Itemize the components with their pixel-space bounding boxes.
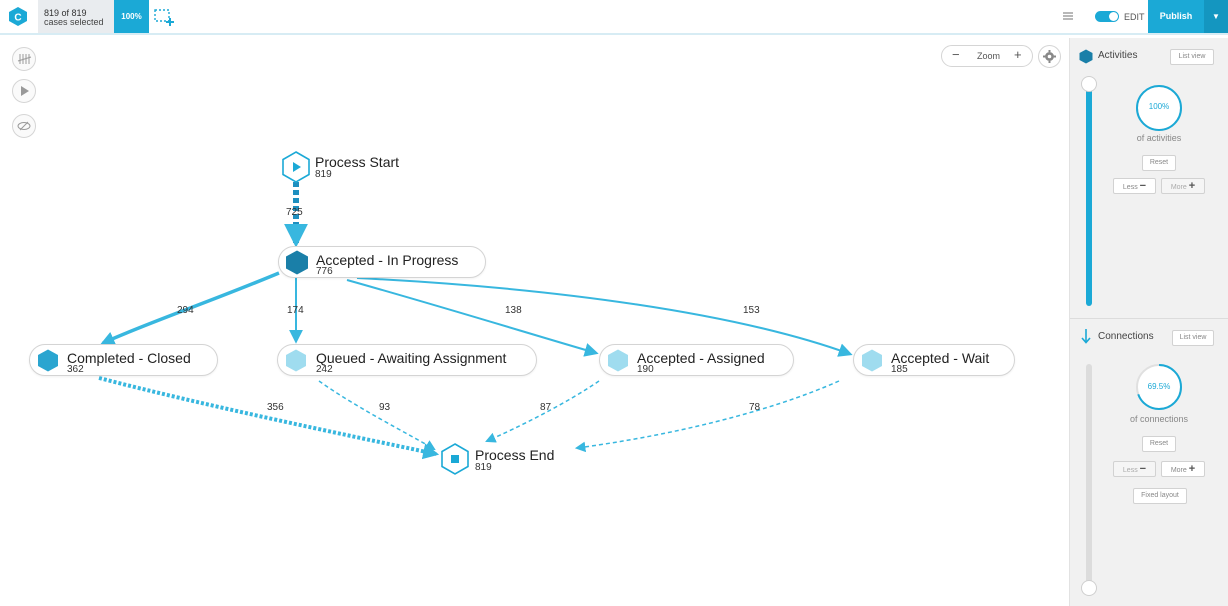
edge-label: 153 <box>743 305 760 316</box>
process-start-label: Process Start <box>315 154 400 170</box>
less-label: Less <box>1122 467 1138 474</box>
node-label: Accepted - Assigned <box>637 350 765 366</box>
edge-label: 93 <box>379 402 391 413</box>
activity-hexagon-icon <box>862 349 882 372</box>
plus-icon: + <box>1188 180 1196 192</box>
cases-selected-label: cases selected <box>44 17 104 27</box>
node-accepted-in-progress[interactable]: Accepted - In Progress 776 <box>278 246 486 278</box>
edge-aip-to-assigned <box>346 279 599 357</box>
activities-more-button[interactable]: More + <box>1161 178 1205 194</box>
edge-label: 138 <box>505 305 522 316</box>
connections-list-view-button[interactable]: List view <box>1172 330 1214 346</box>
side-panel: Activities List view 100% of activities … <box>1069 38 1228 606</box>
svg-text:C: C <box>14 13 21 24</box>
connections-more-button[interactable]: More + <box>1161 461 1205 477</box>
connections-slider[interactable] <box>1086 364 1092 586</box>
node-queued-awaiting-assignment[interactable]: Queued - Awaiting Assignment 242 <box>277 344 537 376</box>
connections-slider-knob[interactable] <box>1081 580 1097 596</box>
process-start-count: 819 <box>315 169 332 180</box>
activities-reset-button[interactable]: Reset <box>1142 155 1176 171</box>
activity-hexagon-icon <box>286 250 308 275</box>
node-accepted-wait[interactable]: Accepted - Wait 185 <box>853 344 1015 376</box>
activities-title: Activities <box>1098 50 1138 61</box>
node-label: Completed - Closed <box>67 350 191 366</box>
process-map-canvas[interactable]: − Zoom + Process Start 819 Accepted - In… <box>7 38 1067 601</box>
node-count: 185 <box>891 364 908 375</box>
connections-less-button[interactable]: Less − <box>1113 461 1156 477</box>
fixed-layout-button[interactable]: Fixed layout <box>1133 488 1187 504</box>
edge-queued-to-end <box>318 380 436 451</box>
node-count: 776 <box>316 266 333 277</box>
node-accepted-assigned[interactable]: Accepted - Assigned 190 <box>599 344 794 376</box>
edge-label: 356 <box>267 402 284 413</box>
edge-label: 174 <box>287 305 304 316</box>
minus-icon: − <box>1139 180 1147 192</box>
activity-hexagon-icon <box>38 349 58 372</box>
process-end-icon[interactable] <box>440 443 470 475</box>
cases-selected-box[interactable]: 819 of 819 cases selected <box>38 0 114 33</box>
node-count: 242 <box>316 364 333 375</box>
edge-wait-to-end <box>574 380 840 453</box>
activity-hexagon-icon <box>286 349 306 372</box>
activities-caption: of activities <box>1136 133 1182 143</box>
activities-slider-knob[interactable] <box>1081 76 1097 92</box>
zoom-label: Zoom <box>977 51 1001 61</box>
edge-label: 725 <box>286 207 303 218</box>
play-icon <box>21 86 29 96</box>
activities-list-view-button[interactable]: List view <box>1170 49 1214 65</box>
process-start-icon[interactable] <box>281 151 311 183</box>
edge-completed-to-end <box>98 376 440 460</box>
more-label: More <box>1170 184 1187 191</box>
process-graph <box>98 182 853 460</box>
hide-button[interactable] <box>12 114 36 138</box>
play-animation-button[interactable] <box>12 79 36 103</box>
edit-toggle[interactable] <box>1095 11 1119 22</box>
connections-percent: 69.5% <box>1147 382 1171 391</box>
panel-divider <box>1070 318 1228 319</box>
edge-label: 87 <box>540 402 552 413</box>
process-end-count: 819 <box>475 462 492 473</box>
gear-icon <box>1043 50 1056 63</box>
edit-label: EDIT <box>1124 12 1145 22</box>
zoom-control: − Zoom + <box>941 45 1033 67</box>
node-completed-closed[interactable]: Completed - Closed 362 <box>29 344 218 376</box>
zoom-out-button[interactable]: − <box>952 47 960 62</box>
publish-dropdown-button[interactable]: ▼ <box>1204 0 1228 33</box>
tally-icon <box>17 54 32 64</box>
caret-down-icon: ▼ <box>1212 12 1220 21</box>
top-bar: C 819 of 819 cases selected 100% EDIT Pu… <box>0 0 1228 35</box>
plus-icon: + <box>1188 463 1196 475</box>
edge-aip-to-wait <box>356 277 853 357</box>
arrow-down-icon <box>1081 329 1091 344</box>
connections-caption: of connections <box>1129 414 1189 424</box>
publish-button[interactable]: Publish <box>1148 0 1204 33</box>
activities-less-button[interactable]: Less − <box>1113 178 1156 194</box>
node-count: 190 <box>637 364 654 375</box>
node-label: Queued - Awaiting Assignment <box>316 350 507 366</box>
node-label: Accepted - In Progress <box>316 252 459 268</box>
activity-hexagon-icon <box>608 349 628 372</box>
connections-reset-button[interactable]: Reset <box>1142 436 1176 452</box>
minus-icon: − <box>1139 463 1147 475</box>
toggle-knob <box>1109 12 1118 21</box>
node-count: 362 <box>67 364 84 375</box>
activities-hexagon-icon <box>1079 49 1093 64</box>
activities-slider[interactable] <box>1086 83 1092 306</box>
cases-percent-badge[interactable]: 100% <box>114 0 149 33</box>
menu-icon[interactable] <box>1060 8 1076 24</box>
connections-title: Connections <box>1098 331 1154 342</box>
app-logo[interactable]: C <box>9 7 27 26</box>
zoom-in-button[interactable]: + <box>1014 47 1022 62</box>
edge-label: 294 <box>177 305 194 316</box>
less-label: Less <box>1122 184 1138 191</box>
frequency-filter-button[interactable] <box>12 47 36 71</box>
more-label: More <box>1170 467 1187 474</box>
activities-percent: 100% <box>1148 102 1170 111</box>
settings-button[interactable] <box>1038 45 1061 68</box>
add-selection-icon[interactable] <box>153 7 175 27</box>
process-end-label: Process End <box>475 447 555 463</box>
edge-label: 78 <box>749 402 761 413</box>
eye-hidden-icon <box>17 121 31 131</box>
